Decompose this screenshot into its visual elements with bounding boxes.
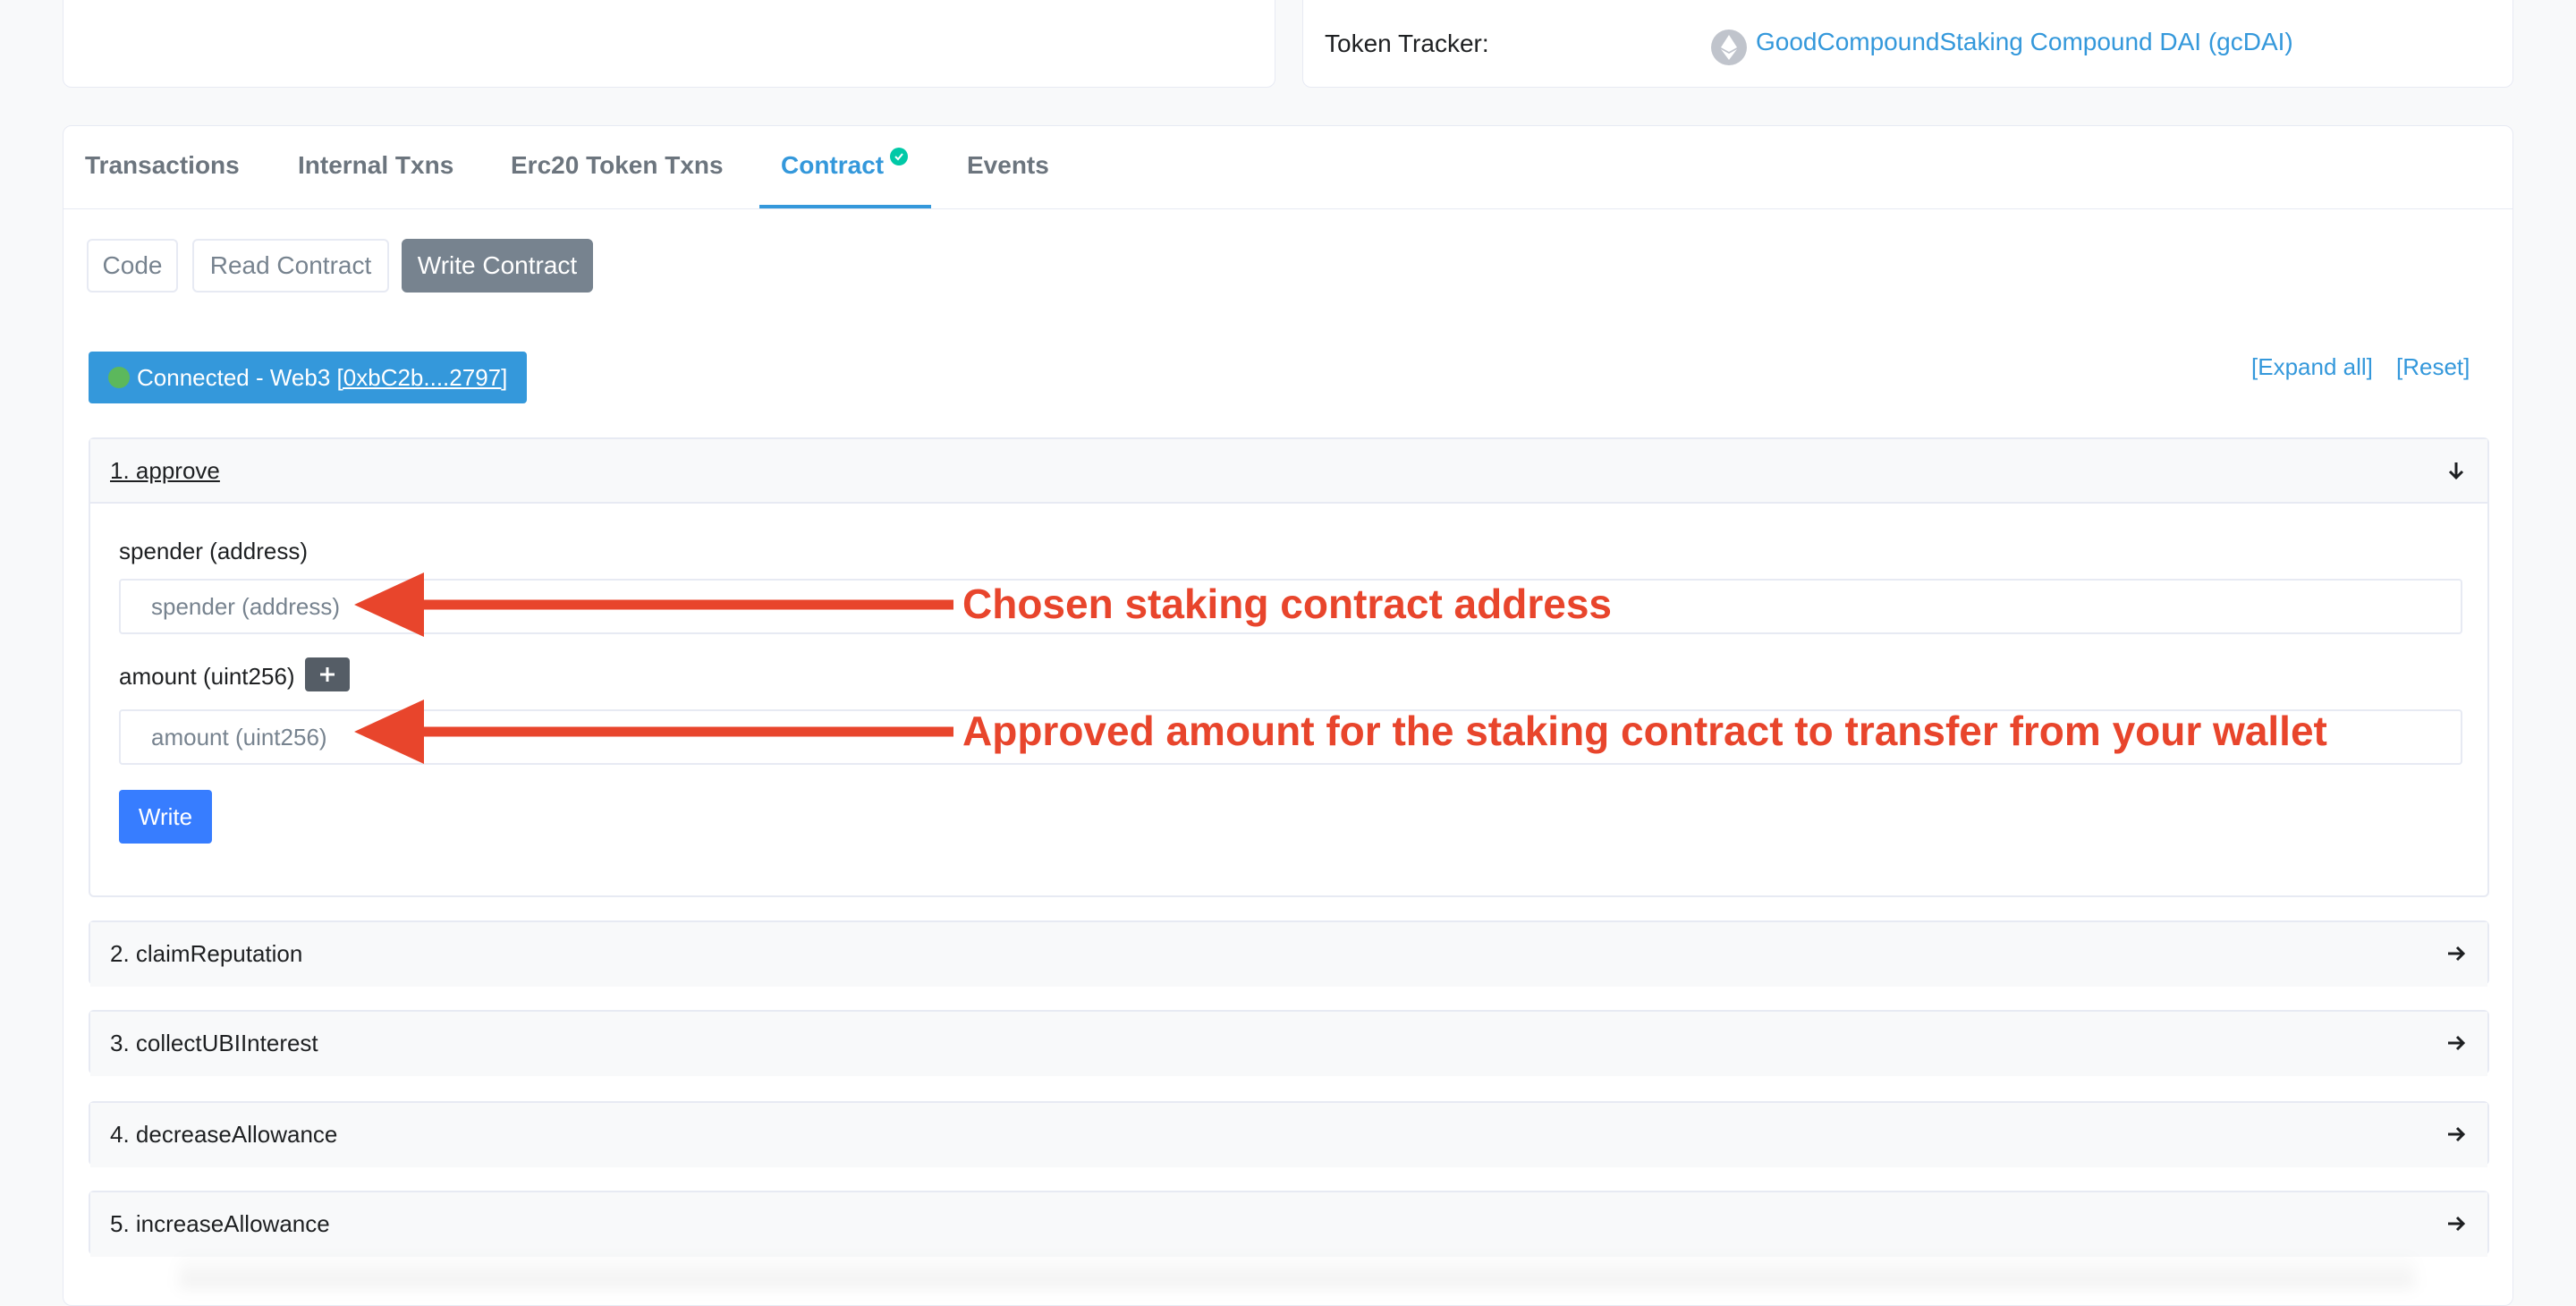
annotation-overlay	[354, 572, 953, 764]
bottom-shadow	[179, 1252, 2415, 1288]
annotation-spender-text: Chosen staking contract address	[962, 581, 1612, 627]
annotation-arrow-spender	[354, 572, 953, 637]
annotation-arrow-amount	[354, 700, 953, 764]
annotation-amount-text: Approved amount for the staking contract…	[962, 708, 2327, 754]
